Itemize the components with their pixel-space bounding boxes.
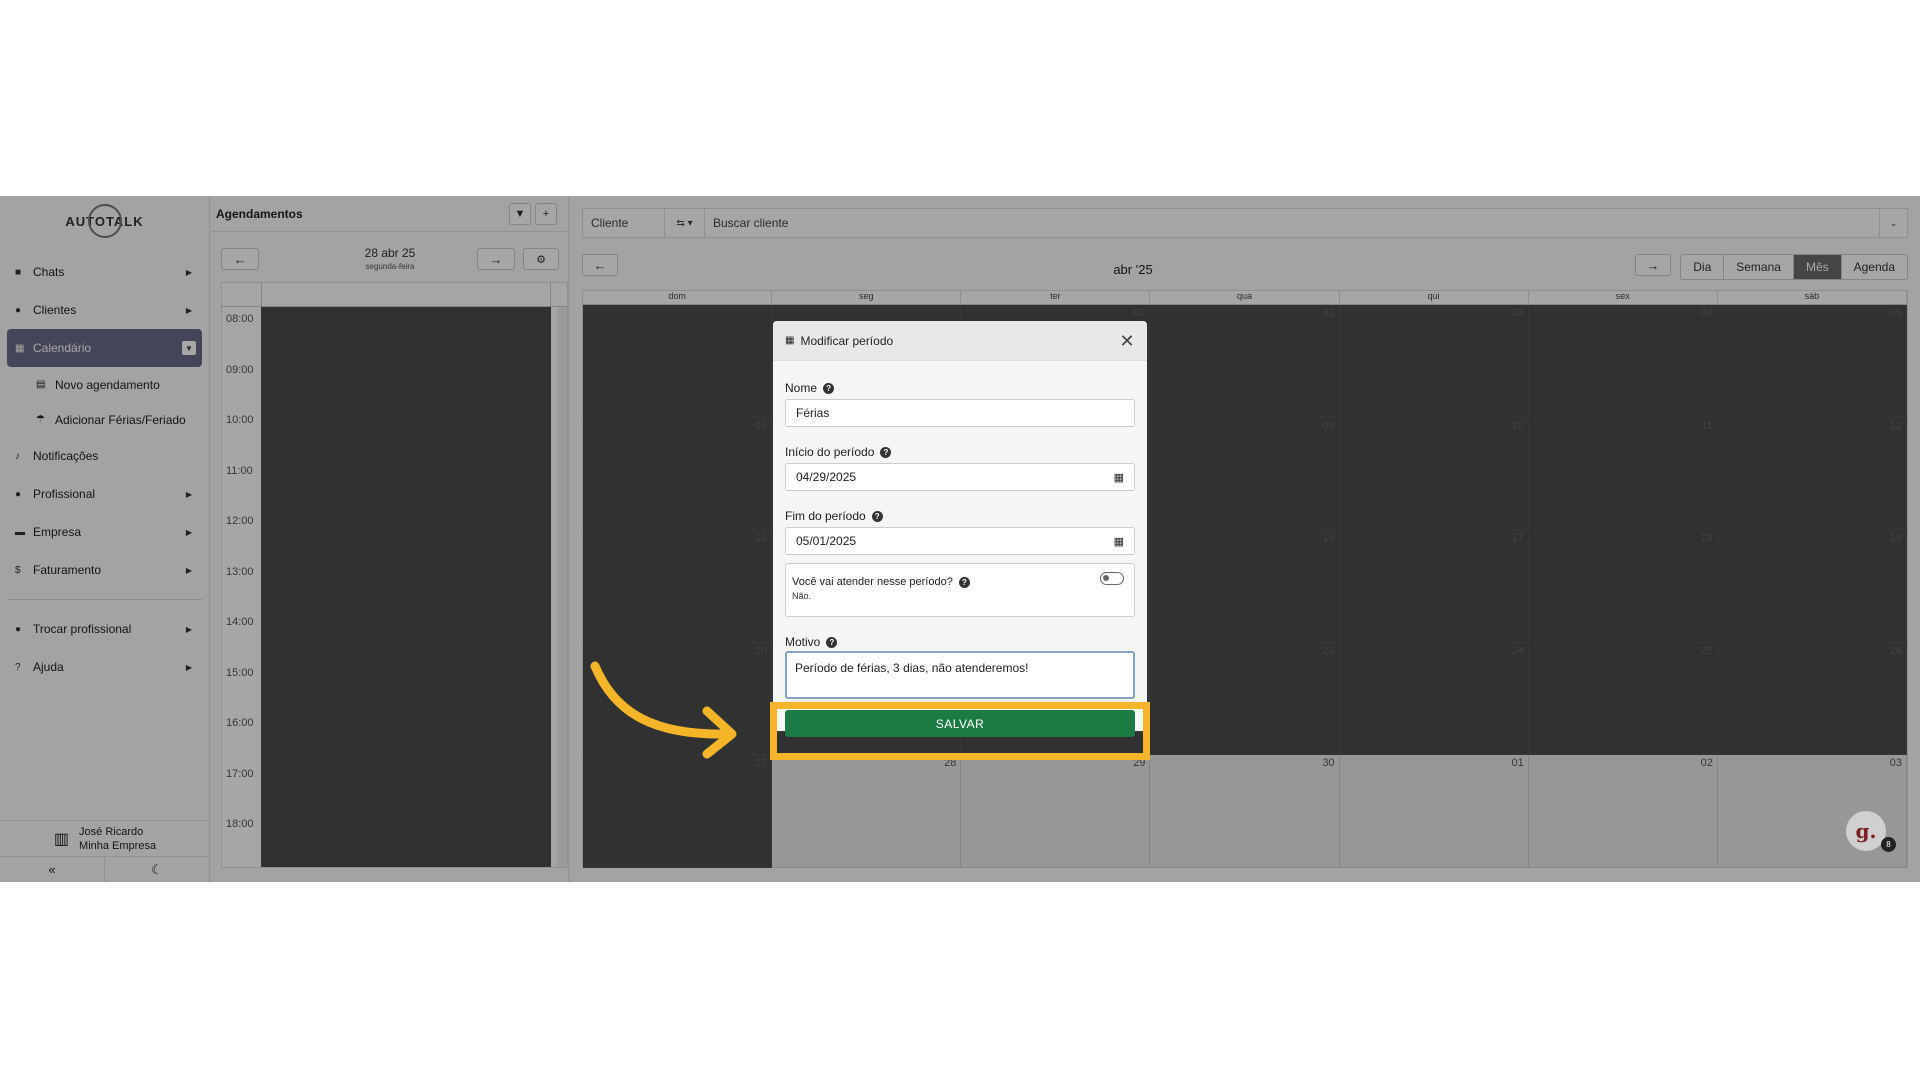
notification-count-badge: 8 [1881, 837, 1896, 852]
attend-toggle-box: Você vai atender nesse período? ? Não. [785, 563, 1135, 617]
assistant-button[interactable]: g. [1846, 811, 1886, 851]
close-icon[interactable]: ✕ [1117, 331, 1137, 351]
help-icon[interactable]: ? [823, 382, 835, 394]
end-date-value: 05/01/2025 [796, 534, 857, 548]
attend-question: Você vai atender nesse período? ? [792, 576, 970, 588]
calendar-picker-icon[interactable]: ▦ [1114, 471, 1124, 484]
modify-period-modal: ▦ Modificar período ✕ Nome ? Férias Iníc… [773, 321, 1147, 737]
name-label: Nome ? [785, 381, 835, 395]
start-label-text: Início do período [785, 445, 875, 459]
end-label-text: Fim do período [785, 509, 866, 523]
calendar-icon: ▦ [785, 335, 795, 346]
reason-textarea[interactable]: Período de férias, 3 dias, não atenderem… [785, 651, 1135, 699]
start-date-input[interactable]: 04/29/2025 ▦ [785, 463, 1135, 491]
reason-label-text: Motivo [785, 635, 821, 649]
help-icon[interactable]: ? [958, 576, 970, 588]
help-icon[interactable]: ? [871, 510, 883, 522]
attend-question-text: Você vai atender nesse período? [792, 576, 953, 588]
modal-title: Modificar período [800, 333, 894, 348]
help-icon[interactable]: ? [826, 636, 838, 648]
reason-label: Motivo ? [785, 635, 838, 649]
start-label: Início do período ? [785, 445, 892, 459]
app-frame: AUTOTALK ■ Chats ▶ ● Clientes ▶ ▦ Calend… [0, 196, 1920, 882]
name-input[interactable]: Férias [785, 399, 1135, 427]
highlight-frame [770, 702, 1150, 760]
pointer-arrow-icon [590, 661, 737, 759]
help-icon[interactable]: ? [880, 446, 892, 458]
attend-answer: Não. [792, 591, 812, 601]
attend-toggle-switch[interactable] [1100, 572, 1124, 585]
name-label-text: Nome [785, 381, 818, 395]
end-label: Fim do período ? [785, 509, 883, 523]
end-date-input[interactable]: 05/01/2025 ▦ [785, 527, 1135, 555]
calendar-picker-icon[interactable]: ▦ [1114, 535, 1124, 548]
modal-header: ▦ Modificar período [773, 321, 1147, 361]
start-date-value: 04/29/2025 [796, 470, 857, 484]
